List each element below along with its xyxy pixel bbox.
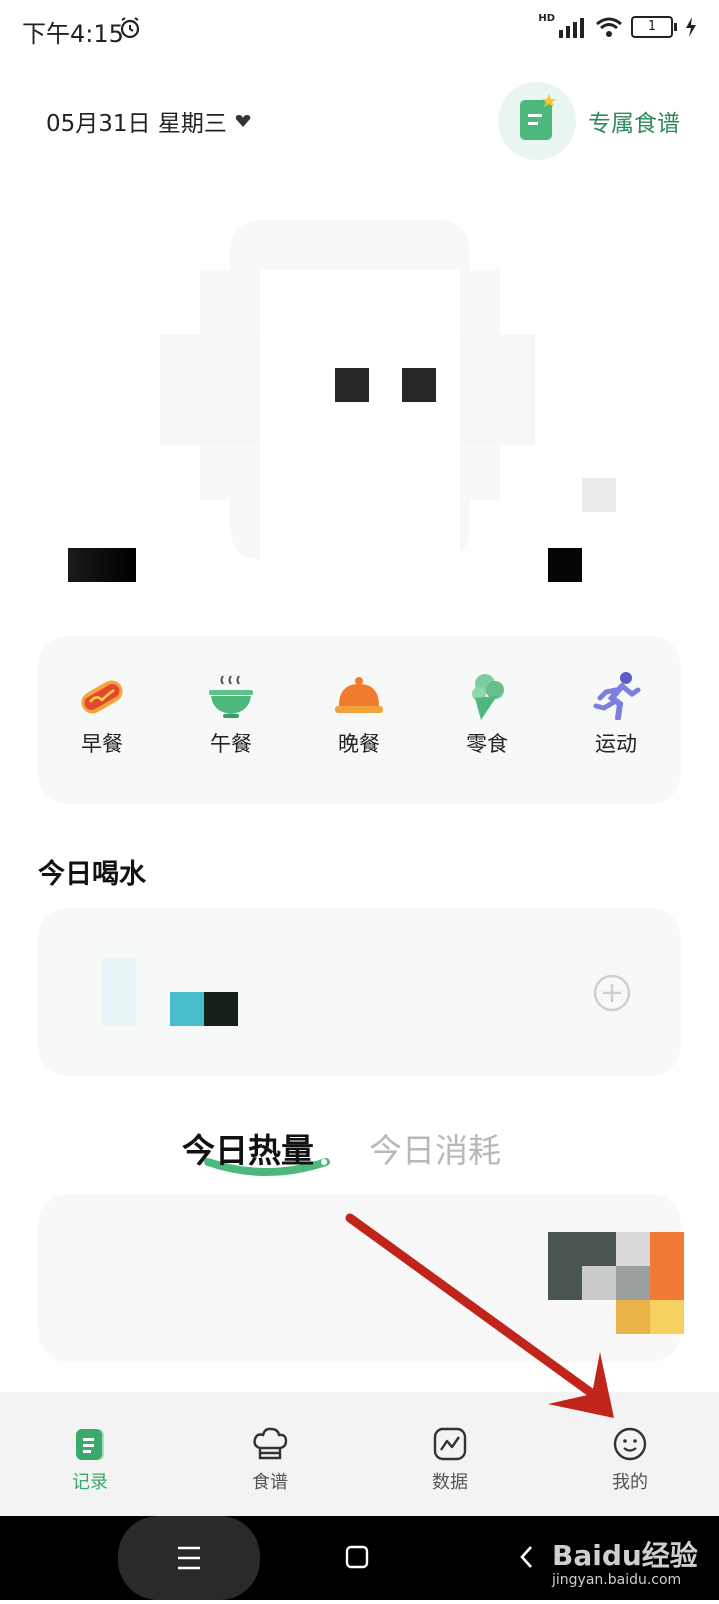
pixel-block — [582, 1266, 616, 1300]
pixel-block — [650, 1232, 684, 1300]
watermark-brand: Baidu经验 — [552, 1539, 698, 1572]
meal-dinner[interactable]: 晚餐 — [309, 672, 409, 758]
add-water-icon[interactable] — [592, 973, 632, 1013]
water-cup-image — [102, 958, 136, 1026]
icecream-icon — [472, 674, 504, 720]
meal-label: 运动 — [595, 732, 637, 756]
exclusive-recipe-button[interactable] — [498, 82, 576, 160]
chart-icon — [433, 1427, 467, 1461]
water-amount-pixel — [170, 992, 204, 1026]
pixel-block — [616, 1300, 650, 1334]
nav-recipes[interactable]: 食谱 — [220, 1426, 320, 1494]
nav-data[interactable]: 数据 — [400, 1426, 500, 1494]
watermark-url: jingyan.baidu.com — [552, 1572, 682, 1588]
meal-exercise[interactable]: 运动 — [566, 672, 666, 758]
pixel-block — [616, 1232, 650, 1266]
signal-icon — [559, 18, 584, 38]
meal-snack[interactable]: 零食 — [437, 672, 537, 758]
date-label: 05月31日 星期三 — [46, 111, 227, 137]
pixel-block — [616, 1266, 650, 1300]
pixel-block — [548, 1232, 582, 1300]
chef-hat-icon — [253, 1427, 288, 1460]
back-button-icon[interactable] — [518, 1544, 536, 1570]
water-amount-pixel — [204, 992, 238, 1026]
pixel-block — [548, 548, 582, 582]
meal-breakfast[interactable]: 早餐 — [52, 672, 152, 758]
meal-label: 早餐 — [81, 732, 123, 756]
running-icon — [593, 672, 641, 720]
battery-icon: 1 — [631, 16, 677, 38]
pixel-block — [582, 478, 616, 512]
meal-label: 晚餐 — [338, 732, 380, 756]
water-section-title: 今日喝水 — [38, 859, 146, 890]
alarm-icon — [120, 17, 140, 39]
cloche-icon — [335, 677, 383, 713]
tab-today-burned[interactable]: 今日消耗 — [369, 1124, 501, 1172]
nav-record[interactable]: 记录 — [40, 1426, 140, 1494]
nav-label: 食谱 — [252, 1472, 288, 1493]
status-icons: HD 1 — [538, 13, 697, 38]
pixel-block — [582, 1232, 616, 1266]
heart-dropdown-icon — [235, 115, 251, 127]
bowl-icon — [209, 675, 253, 718]
meal-label: 午餐 — [210, 732, 252, 756]
home-button-icon[interactable] — [344, 1544, 370, 1570]
hotdog-icon — [81, 680, 123, 714]
pixel-block — [650, 1300, 684, 1334]
nav-profile[interactable]: 我的 — [580, 1426, 680, 1494]
tab-today-calories[interactable]: 今日热量 — [182, 1124, 314, 1172]
meal-lunch[interactable]: 午餐 — [181, 672, 281, 758]
meal-label: 零食 — [466, 732, 508, 756]
nav-label: 数据 — [432, 1472, 468, 1493]
status-time: 下午4:15 — [22, 20, 124, 48]
system-menu-button[interactable] — [118, 1516, 260, 1600]
smile-icon — [613, 1427, 647, 1461]
pixel-block — [68, 548, 136, 582]
exclusive-recipe-label[interactable]: 专属食谱 — [588, 104, 680, 138]
nav-label: 我的 — [612, 1472, 648, 1493]
network-type-label: HD — [538, 13, 555, 24]
recipe-book-icon — [520, 94, 556, 140]
battery-level: 1 — [631, 16, 673, 38]
menu-icon — [178, 1546, 200, 1570]
charging-icon — [686, 17, 696, 37]
mascot-eye-right — [402, 368, 436, 402]
wifi-icon — [596, 17, 622, 37]
mascot-eye-left — [335, 368, 369, 402]
mascot-image — [160, 210, 560, 580]
date-selector[interactable]: 05月31日 星期三 — [46, 104, 251, 138]
record-icon — [76, 1429, 104, 1460]
nav-label: 记录 — [72, 1472, 108, 1493]
